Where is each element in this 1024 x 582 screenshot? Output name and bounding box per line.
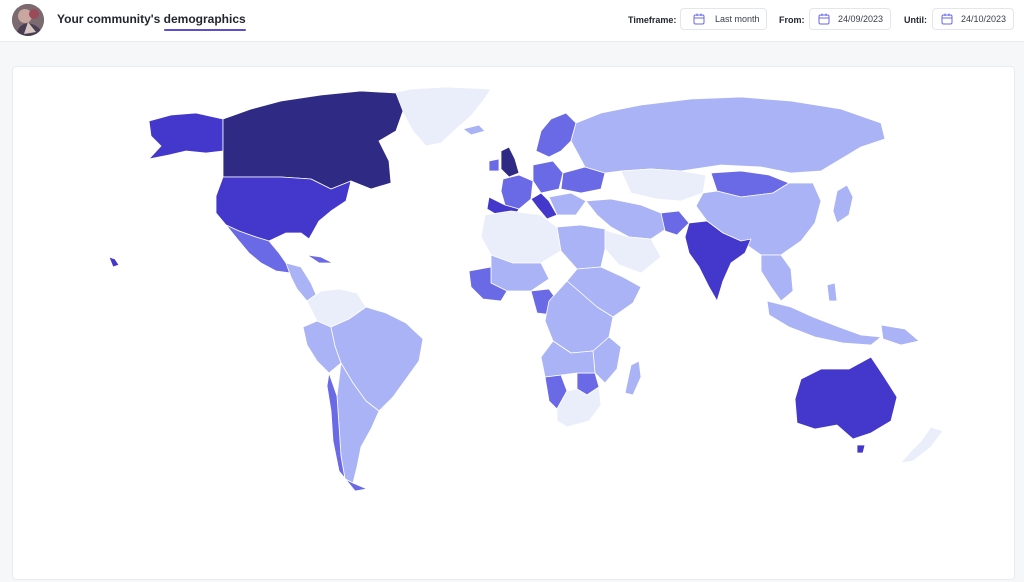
country-germany[interactable] (532, 160, 564, 194)
country-madagascar[interactable] (624, 360, 642, 396)
country-papua[interactable] (880, 324, 920, 346)
country-japan[interactable] (832, 184, 854, 224)
until-label: Until: (904, 15, 927, 25)
top-bar: Your community's demographics Timeframe:… (0, 0, 1024, 42)
calendar-icon (818, 13, 830, 25)
country-egypt[interactable] (556, 224, 606, 270)
country-iceland[interactable] (462, 124, 486, 136)
country-ireland[interactable] (488, 158, 500, 172)
country-scandinavia[interactable] (535, 112, 577, 158)
world-choropleth-map (108, 86, 944, 492)
page-title: Your community's demographics (57, 12, 246, 26)
country-philippines[interactable] (826, 282, 838, 302)
country-hawaii[interactable] (108, 256, 120, 268)
timeframe-select[interactable]: Last month (680, 8, 767, 30)
country-united-kingdom[interactable] (500, 146, 520, 178)
until-date-value: 24/10/2023 (961, 14, 1007, 24)
from-label: From: (779, 15, 805, 25)
timeframe-label: Timeframe: (628, 15, 677, 25)
country-afghanistan[interactable] (660, 210, 690, 236)
calendar-icon (693, 13, 705, 25)
country-kazakhstan[interactable] (620, 168, 707, 202)
country-central-america[interactable] (285, 262, 318, 302)
country-france[interactable] (500, 174, 534, 210)
country-greenland[interactable] (392, 86, 492, 147)
country-russia[interactable] (570, 96, 886, 174)
avatar-image (12, 4, 44, 36)
calendar-icon (941, 13, 953, 25)
country-indonesia[interactable] (766, 300, 882, 346)
country-tasmania[interactable] (856, 444, 866, 454)
country-cuba[interactable] (306, 254, 334, 264)
country-algeria[interactable] (480, 210, 562, 264)
country-australia[interactable] (794, 356, 898, 440)
from-date-value: 24/09/2023 (838, 14, 884, 24)
map-card (12, 66, 1015, 580)
until-date-field[interactable]: 24/10/2023 (932, 8, 1014, 30)
page-title-prefix: Your community's (57, 12, 164, 26)
country-new-zealand[interactable] (900, 426, 944, 464)
timeframe-value: Last month (715, 14, 760, 24)
page-title-emphasis: demographics (163, 12, 246, 26)
from-date-field[interactable]: 24/09/2023 (809, 8, 891, 30)
country-alaska[interactable] (148, 112, 224, 160)
country-canada[interactable] (222, 90, 404, 190)
user-avatar[interactable] (12, 4, 44, 36)
country-southeast-asia[interactable] (760, 254, 794, 302)
